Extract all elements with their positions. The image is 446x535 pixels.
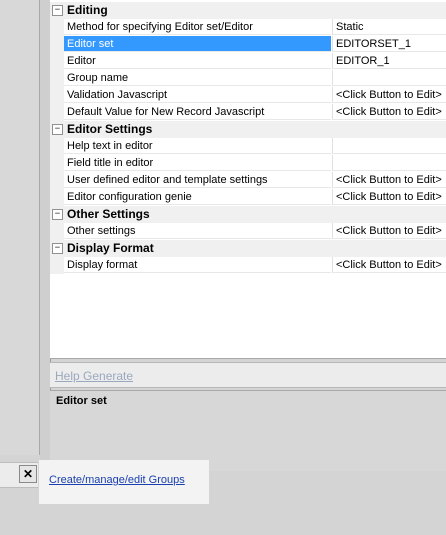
property-name[interactable]: Other settings [64, 223, 331, 239]
property-value[interactable]: <Click Button to Edit> [332, 223, 446, 239]
property-row[interactable]: Validation Javascript <Click Button to Ed… [50, 87, 446, 104]
property-name[interactable]: Editor set [64, 36, 331, 52]
row-gutter [50, 36, 64, 53]
property-row[interactable]: User defined editor and template setting… [50, 172, 446, 189]
property-row[interactable]: Other settings <Click Button to Edit> [50, 223, 446, 240]
property-value[interactable] [332, 155, 446, 171]
category-row[interactable]: − Display Format [50, 240, 446, 257]
row-gutter [50, 53, 64, 70]
property-name[interactable]: Group name [64, 70, 331, 86]
manage-groups-link[interactable]: Create/manage/edit Groups [49, 474, 185, 486]
category-label: Editing [67, 3, 108, 17]
description-panel: Editor set [50, 390, 446, 471]
row-gutter [50, 257, 64, 274]
collapse-toggle-icon[interactable]: − [52, 243, 63, 254]
category-row[interactable]: − Editing [50, 2, 446, 19]
description-title: Editor set [56, 395, 107, 407]
property-value[interactable]: EDITORSET_1 [332, 36, 446, 52]
property-row[interactable]: Field title in editor [50, 155, 446, 172]
category-label: Display Format [67, 241, 154, 255]
property-value[interactable]: Static [332, 19, 446, 35]
collapse-toggle-icon[interactable]: − [52, 209, 63, 220]
row-gutter [50, 104, 64, 121]
property-value[interactable] [332, 138, 446, 154]
property-value[interactable]: <Click Button to Edit> [332, 172, 446, 188]
property-row[interactable]: Default Value for New Record Javascript <… [50, 104, 446, 121]
row-gutter [50, 223, 64, 240]
collapse-toggle-icon[interactable]: − [52, 124, 63, 135]
groups-link-area: Create/manage/edit Groups [39, 460, 209, 504]
category-row[interactable]: − Editor Settings [50, 121, 446, 138]
property-name[interactable]: Default Value for New Record Javascript [64, 104, 331, 120]
property-name[interactable]: User defined editor and template setting… [64, 172, 331, 188]
help-bar: Help Generate [50, 362, 446, 388]
property-value[interactable] [332, 70, 446, 86]
property-name[interactable]: Editor [64, 53, 331, 69]
left-panel [0, 0, 40, 455]
property-value[interactable]: <Click Button to Edit> [332, 189, 446, 205]
category-label: Editor Settings [67, 122, 153, 136]
property-name[interactable]: Display format [64, 257, 331, 273]
row-gutter [50, 87, 64, 104]
property-name[interactable]: Validation Javascript [64, 87, 331, 103]
property-value[interactable]: <Click Button to Edit> [332, 257, 446, 273]
property-name[interactable]: Help text in editor [64, 138, 331, 154]
row-gutter [50, 155, 64, 172]
property-row[interactable]: Editor configuration genie <Click Button … [50, 189, 446, 206]
property-name[interactable]: Editor configuration genie [64, 189, 331, 205]
property-row[interactable]: Display format <Click Button to Edit> [50, 257, 446, 274]
property-grid: − Editing Method for specifying Editor set… [50, 0, 446, 359]
row-gutter [50, 138, 64, 155]
row-gutter [50, 19, 64, 36]
property-row[interactable]: Help text in editor [50, 138, 446, 155]
category-label: Other Settings [67, 207, 150, 221]
category-row[interactable]: − Other Settings [50, 206, 446, 223]
close-box: ✕ [0, 462, 38, 488]
row-gutter [50, 189, 64, 206]
property-row[interactable]: Method for specifying Editor set/Editor S… [50, 19, 446, 36]
help-generate-link[interactable]: Help Generate [55, 369, 133, 383]
property-row[interactable]: Group name [50, 70, 446, 87]
property-value[interactable]: EDITOR_1 [332, 53, 446, 69]
property-row[interactable]: Editor EDITOR_1 [50, 53, 446, 70]
collapse-toggle-icon[interactable]: − [52, 5, 63, 16]
property-value[interactable]: <Click Button to Edit> [332, 104, 446, 120]
row-gutter [50, 70, 64, 87]
property-row[interactable]: Editor set EDITORSET_1 [50, 36, 446, 53]
property-name[interactable]: Method for specifying Editor set/Editor [64, 19, 331, 35]
row-gutter [50, 172, 64, 189]
property-value[interactable]: <Click Button to Edit> [332, 87, 446, 103]
close-button[interactable]: ✕ [19, 465, 37, 483]
property-name[interactable]: Field title in editor [64, 155, 331, 171]
